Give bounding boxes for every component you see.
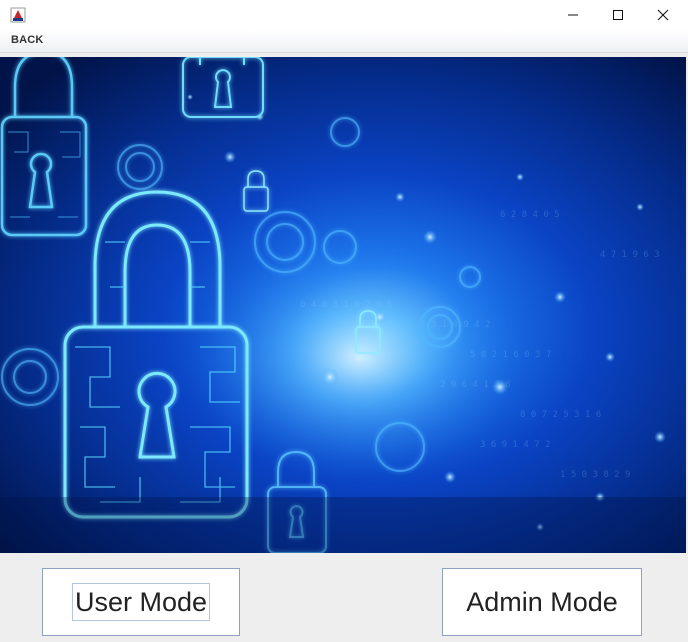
svg-text:8 0 7 2 5 3 1 6: 8 0 7 2 5 3 1 6 (520, 410, 601, 420)
maximize-button[interactable] (595, 0, 641, 30)
admin-mode-button[interactable]: Admin Mode (442, 568, 642, 636)
close-icon (657, 9, 669, 21)
close-button[interactable] (640, 0, 686, 30)
user-mode-button[interactable]: User Mode (42, 568, 240, 636)
svg-text:1 5 0 3 8 2 9: 1 5 0 3 8 2 9 (560, 470, 630, 480)
cyber-security-banner: 0 4 8 3 1 9 2 6 5 7 3 1 0 9 4 2 5 8 2 1 … (0, 57, 686, 553)
user-mode-label: User Mode (71, 583, 211, 621)
svg-text:3 6 9 1 4 7 2: 3 6 9 1 4 7 2 (480, 440, 550, 450)
menu-bar: BACK (0, 30, 688, 53)
maximize-icon (613, 10, 623, 20)
svg-text:0 4 8 3 1 9 2 6 5: 0 4 8 3 1 9 2 6 5 (300, 300, 392, 310)
mode-selection-panel: User Mode Admin Mode (0, 553, 688, 642)
svg-text:6 2 8 4 0 5: 6 2 8 4 0 5 (500, 210, 560, 220)
admin-mode-label: Admin Mode (466, 586, 618, 617)
svg-text:5 8 2 1 6 0 3 7: 5 8 2 1 6 0 3 7 (470, 350, 551, 360)
padlock-background-image: 0 4 8 3 1 9 2 6 5 7 3 1 0 9 4 2 5 8 2 1 … (0, 57, 686, 553)
title-bar (0, 0, 688, 30)
minimize-icon (568, 14, 578, 16)
java-cup-icon (10, 7, 26, 23)
back-menu[interactable]: BACK (11, 34, 44, 46)
minimize-button[interactable] (550, 0, 596, 30)
svg-text:7 3 1 0 9 4 2: 7 3 1 0 9 4 2 (420, 320, 490, 330)
svg-text:4 7 1 9 6 3: 4 7 1 9 6 3 (600, 250, 660, 260)
application-window: BACK 0 4 8 3 1 9 2 6 5 7 3 1 0 9 4 2 5 8… (0, 0, 688, 642)
